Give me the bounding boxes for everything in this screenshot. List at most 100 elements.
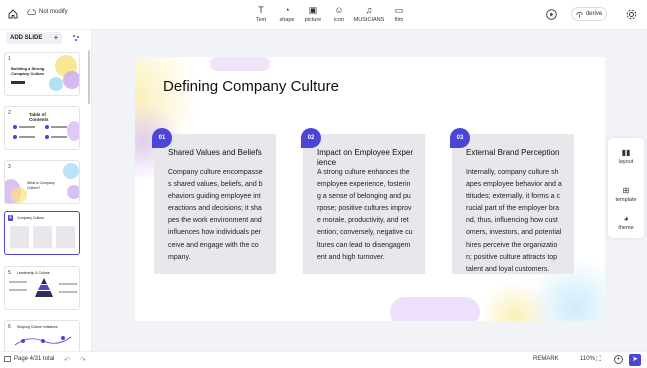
remark-button[interactable]: REMARK — [533, 356, 559, 362]
page-info-text: Page 4/31 total — [14, 356, 55, 362]
slide-thumbnail-title: Table of Contents — [29, 112, 49, 122]
slide-thumbnail-2[interactable]: 2 Table of Contents — [4, 106, 80, 150]
slide-thumbnail-title: Leadership & Culture — [17, 271, 50, 275]
zoom-in-icon[interactable]: + — [614, 355, 623, 364]
card-title-line: ience — [317, 157, 337, 167]
template-button[interactable]: ⊞ template — [608, 186, 644, 203]
layout-button[interactable]: ▮▮ layout — [608, 148, 644, 165]
card-body-line: mpany. — [168, 253, 191, 261]
magic-wand-icon[interactable] — [72, 34, 80, 42]
decor-blob — [49, 77, 63, 91]
zoom-level[interactable]: 110% — [580, 356, 595, 362]
decor-line — [51, 136, 67, 138]
film-tool[interactable]: ▭ film — [390, 5, 408, 23]
slide-title[interactable]: Defining Company Culture — [163, 78, 339, 95]
picture-tool-label: picture — [304, 17, 322, 23]
card-body-line: influences how individuals per — [168, 229, 261, 237]
card-body-line: g a sense of belonging and pu — [317, 193, 411, 201]
app-window: Not modify T Text ◔ shape ▣ picture ☺ ic… — [0, 0, 647, 368]
slide-canvas[interactable]: Defining Company Culture 01 Shared Value… — [135, 57, 605, 321]
play-icon[interactable] — [546, 9, 557, 20]
card-body-line: Company culture encompasse — [168, 169, 263, 176]
card-number-badge: 02 — [301, 128, 321, 148]
content-card-2[interactable]: 02 Impact on Employee Exper ience A stro… — [301, 128, 425, 274]
decor-line — [19, 136, 35, 138]
slide-thumbnail-1[interactable]: 1 Building a Strong Company Culture — [4, 52, 80, 96]
picture-icon: ▣ — [308, 5, 318, 15]
music-tool[interactable]: ♫ MUSICIANS — [353, 5, 385, 23]
decor-card — [56, 226, 75, 248]
card-title: Shared Values and Beliefs — [168, 148, 262, 157]
card-title: Impact on Employee Exper ience — [317, 148, 423, 167]
decor-line — [9, 289, 27, 291]
card-body-line: pes the work environment and — [168, 217, 262, 225]
card-body-line: e morale, productivity, and ret — [317, 217, 409, 225]
card-number: 02 — [307, 135, 315, 141]
content-card-3[interactable]: 03 External Brand Perception Internally,… — [450, 128, 574, 274]
icon-tool[interactable]: ☺ icon — [330, 5, 348, 23]
card-title-line: Impact on Employee Exper — [317, 148, 414, 157]
text-tool[interactable]: T Text — [252, 5, 270, 23]
theme-button[interactable]: ◕ theme — [608, 214, 644, 231]
music-icon: ♫ — [365, 5, 373, 15]
card-body-line: A strong culture enhances the — [317, 169, 410, 176]
music-tool-label: MUSICIANS — [353, 17, 385, 23]
right-panel: ▮▮ layout ⊞ template ◕ theme — [608, 138, 644, 238]
fit-screen-icon[interactable]: ⛶ — [596, 356, 601, 364]
undo-icon[interactable]: ↶ — [64, 356, 70, 364]
content-card-1[interactable]: 01 Shared Values and Beliefs Company cul… — [152, 128, 276, 274]
layout-label: layout — [618, 159, 634, 165]
decor-line — [59, 283, 77, 285]
decor-dot — [13, 135, 17, 139]
top-toolbar: Not modify T Text ◔ shape ▣ picture ☺ ic… — [0, 0, 647, 30]
shape-tool[interactable]: ◔ shape — [278, 5, 296, 23]
slide-sidebar: ADD SLIDE + 1 Building a Strong Company … — [0, 30, 92, 351]
shape-icon: ◔ — [284, 5, 290, 15]
decor-line — [51, 126, 67, 128]
decor-blob — [63, 163, 79, 179]
decor-line — [19, 126, 35, 128]
gear-icon[interactable] — [626, 9, 637, 20]
card-number-badge: 03 — [450, 128, 470, 148]
shape-tool-label: shape — [279, 17, 295, 23]
home-icon[interactable] — [7, 8, 19, 20]
card-body-line: s shared values, beliefs, and b — [168, 181, 263, 189]
add-slide-label: ADD SLIDE — [10, 35, 43, 41]
add-slide-plus-button[interactable]: + — [50, 32, 62, 44]
slide-number: 6 — [8, 324, 11, 330]
template-icon: ⊞ — [622, 186, 630, 195]
slides-icon — [4, 356, 11, 362]
smiley-icon: ☺ — [334, 5, 344, 15]
card-body-line: omers, investors, and potential — [466, 229, 562, 237]
decor-dot — [13, 125, 17, 129]
slide-thumbnail-4[interactable]: 4 Company Culture — [4, 211, 80, 255]
picture-tool[interactable]: ▣ picture — [304, 5, 322, 23]
sidebar-scrollbar[interactable] — [88, 50, 90, 104]
insert-tools: T Text ◔ shape ▣ picture ☺ icon ♫ MUSICI… — [252, 5, 408, 23]
card-number: 03 — [456, 135, 464, 141]
redo-icon[interactable]: ↷ — [80, 356, 86, 364]
derive-label: derive — [585, 11, 603, 17]
decor-blob — [11, 187, 27, 203]
derive-button[interactable]: derive — [571, 7, 607, 21]
palette-icon: ◕ — [623, 214, 629, 223]
slide-thumbnail-6[interactable]: 6 Shaping Culture Initiatives — [4, 320, 80, 351]
slide-thumbnail-title: What is Company Culture? — [27, 181, 55, 190]
slide-thumbnail-5[interactable]: 5 Leadership & Culture — [4, 266, 80, 310]
slide-number: 3 — [8, 164, 11, 170]
card-body-line: ehaviors guiding employee int — [168, 193, 261, 201]
card-body: A strong culture enhances the employee e… — [317, 167, 421, 264]
decor-line — [9, 281, 27, 283]
card-body-line: ention; conversely, negative cu — [317, 229, 413, 237]
slide-thumbnail-3[interactable]: 3 What is Company Culture? — [4, 160, 80, 204]
cloud-icon — [27, 9, 36, 15]
send-icon[interactable]: ➤ — [629, 354, 641, 366]
slide-thumbnail-title: Building a Strong Company Culture — [11, 66, 45, 76]
decor-blob — [67, 185, 79, 199]
card-body-line: nd, thus, influencing how cust — [466, 217, 558, 225]
film-tool-label: film — [394, 17, 404, 23]
slide-thumbnail-title: Shaping Culture Initiatives — [17, 325, 58, 329]
card-body: Company culture encompasse s shared valu… — [168, 167, 272, 264]
card-number: 01 — [158, 135, 166, 141]
card-body-line: ltures can lead to disengagem — [317, 241, 411, 249]
